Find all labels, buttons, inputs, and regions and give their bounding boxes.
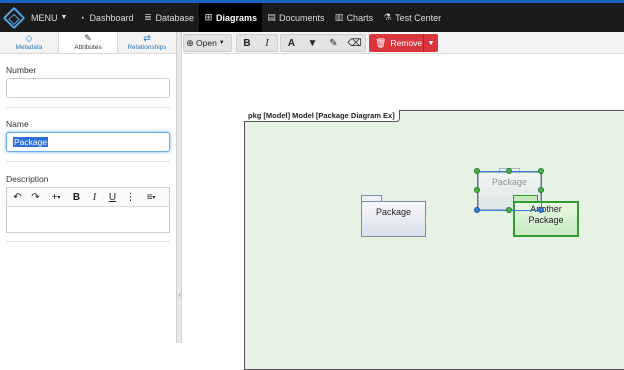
- package-label: Package: [375, 207, 412, 217]
- tab-relationships[interactable]: ⇄ Relationships: [118, 32, 176, 53]
- divider: [6, 161, 170, 162]
- description-editor[interactable]: [6, 206, 170, 233]
- nav-item-dashboard[interactable]: ◔ Dashboard: [72, 3, 138, 32]
- nav-item-label: Documents: [279, 12, 325, 23]
- frame-label: pkg [Model] Model [Package Diagram Ex]: [244, 110, 400, 122]
- flask-icon: ⚗: [383, 12, 392, 22]
- caret-down-icon: ▼: [60, 14, 68, 21]
- nav-item-documents[interactable]: ▤ Documents: [262, 3, 330, 32]
- remove-label: Remove: [390, 38, 423, 48]
- package-label-line: Package: [528, 215, 564, 225]
- italic-icon[interactable]: I: [87, 189, 102, 205]
- tab-label: Attributes: [74, 44, 102, 51]
- resize-handle[interactable]: [506, 168, 512, 174]
- top-navigation-bar: MENU ▼ ◔ Dashboard ≣ Database ⊞ Diagrams…: [0, 0, 624, 32]
- tab-attributes[interactable]: ✎ Attributes: [58, 32, 118, 53]
- selection-box: [477, 171, 542, 211]
- divider: [6, 241, 170, 242]
- format-group: A ▼ ✎ ⌫: [280, 34, 366, 52]
- resize-handle[interactable]: [474, 207, 480, 213]
- swap-icon: ⇄: [143, 33, 151, 43]
- open-icon: ⊕: [186, 37, 194, 48]
- diagram-toolbar: ⊕ Open ▼ B I A ▼ ✎ ⌫ 🗑 Remove ▼: [183, 32, 624, 54]
- trash-icon: 🗑: [375, 37, 387, 48]
- text-style-group: B I: [236, 34, 278, 52]
- nav-item-diagrams[interactable]: ⊞ Diagrams: [199, 3, 263, 32]
- dashboard-icon: ◔: [79, 12, 85, 23]
- package-diagram-frame[interactable]: [244, 110, 624, 370]
- fill-icon[interactable]: ▼: [302, 35, 323, 51]
- pen-icon[interactable]: ✎: [323, 35, 344, 51]
- document-icon: ▤: [267, 12, 276, 22]
- divider: [6, 107, 170, 108]
- edit-icon: ✎: [84, 33, 92, 43]
- number-label: Number: [6, 65, 37, 75]
- diagram-icon: ⊞: [204, 12, 213, 22]
- open-label: Open: [196, 38, 217, 48]
- open-button[interactable]: ⊕ Open ▼: [183, 34, 232, 52]
- chart-icon: ▥: [334, 12, 344, 22]
- rich-text-toolbar: ↶ ↷ + ▾ B I U ⋮ ≡ ▾: [6, 187, 170, 207]
- collapse-arrow-icon[interactable]: ‹: [177, 292, 182, 299]
- name-field[interactable]: Package: [6, 132, 170, 152]
- underline-icon[interactable]: U: [105, 189, 120, 205]
- redo-icon[interactable]: ↷: [28, 189, 43, 205]
- nav-item-label: Diagrams: [216, 12, 258, 23]
- italic-icon[interactable]: I: [257, 35, 277, 51]
- number-field[interactable]: [6, 78, 170, 98]
- menu-button[interactable]: MENU ▼: [26, 3, 72, 32]
- more-icon[interactable]: ⋮: [123, 189, 138, 205]
- undo-icon[interactable]: ↶: [10, 189, 25, 205]
- app-logo-icon[interactable]: [2, 6, 26, 29]
- align-icon[interactable]: ≡ ▾: [141, 189, 161, 205]
- properties-panel: ◇ Metadata ✎ Attributes ⇄ Relationships …: [0, 32, 177, 343]
- resize-handle[interactable]: [538, 187, 544, 193]
- nav-item-charts[interactable]: ▥ Charts: [330, 3, 379, 32]
- name-value: Package: [13, 137, 49, 147]
- resize-handle[interactable]: [474, 187, 480, 193]
- nav-item-test-center[interactable]: ⚗ Test Center: [378, 3, 446, 32]
- resize-handle[interactable]: [538, 168, 544, 174]
- remove-main[interactable]: 🗑 Remove: [369, 34, 424, 52]
- tab-metadata[interactable]: ◇ Metadata: [0, 32, 58, 53]
- menu-label: MENU: [31, 12, 58, 23]
- caret-down-icon[interactable]: ▼: [424, 40, 438, 47]
- description-label: Description: [6, 174, 49, 184]
- nav-item-label: Dashboard: [89, 12, 134, 23]
- nav-item-database[interactable]: ≣ Database: [138, 3, 199, 32]
- tab-label: Metadata: [15, 44, 43, 51]
- caret-down-icon: ▼: [218, 40, 225, 46]
- font-icon[interactable]: A: [281, 35, 302, 51]
- bold-icon[interactable]: B: [69, 189, 84, 205]
- panel-tabs: ◇ Metadata ✎ Attributes ⇄ Relationships: [0, 32, 176, 54]
- tag-icon: ◇: [25, 33, 33, 43]
- nav-item-label: Database: [155, 12, 194, 23]
- database-icon: ≣: [144, 12, 152, 22]
- nav-item-label: Charts: [346, 12, 374, 23]
- tab-label: Relationships: [127, 44, 167, 51]
- remove-button[interactable]: 🗑 Remove ▼: [369, 34, 438, 52]
- name-label: Name: [6, 119, 29, 129]
- eraser-icon[interactable]: ⌫: [344, 35, 365, 51]
- resize-handle[interactable]: [474, 168, 480, 174]
- bold-icon[interactable]: B: [237, 35, 257, 51]
- package-node[interactable]: Package: [361, 201, 426, 237]
- resize-handle[interactable]: [538, 207, 544, 213]
- resize-handle[interactable]: [506, 207, 512, 213]
- nav-item-label: Test Center: [395, 12, 442, 23]
- insert-icon[interactable]: + ▾: [46, 189, 66, 205]
